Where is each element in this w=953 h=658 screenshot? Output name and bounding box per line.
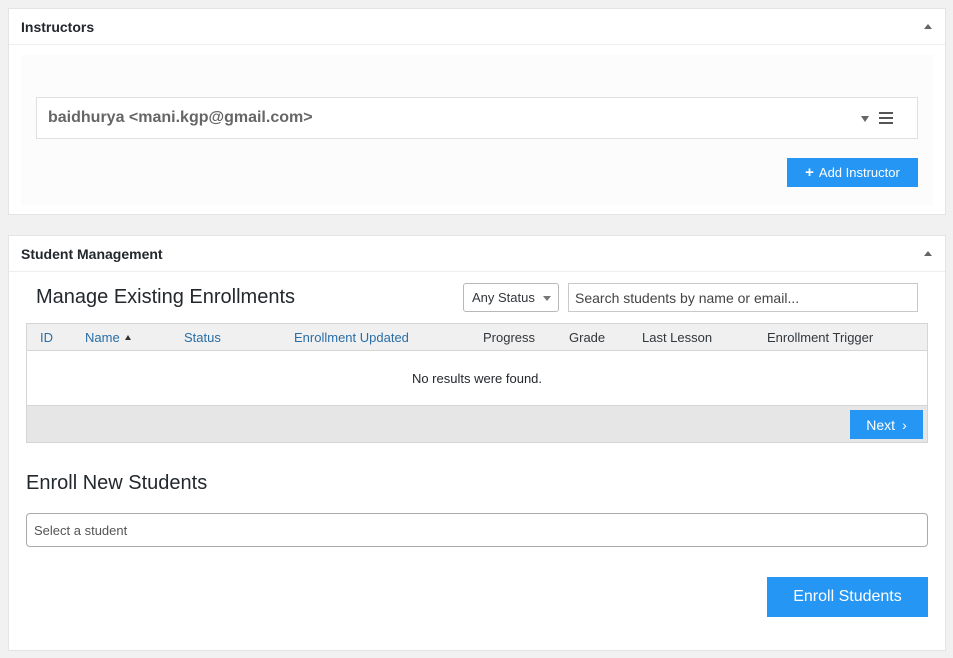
col-grade: Grade <box>569 330 606 345</box>
instructor-select[interactable]: baidhurya <mani.kgp@gmail.com> <box>36 97 918 139</box>
col-progress: Progress <box>483 330 536 345</box>
table-header: ID Name Status Enrollment Updated Progre… <box>27 324 927 351</box>
student-search-input[interactable] <box>568 283 918 312</box>
enroll-students-button[interactable]: Enroll Students <box>767 577 928 617</box>
chevron-right-icon: › <box>902 416 907 433</box>
manage-enrollments-heading: Manage Existing Enrollments <box>36 286 296 308</box>
col-enrollment-updated[interactable]: Enrollment Updated <box>294 330 409 345</box>
status-filter-value: Any Status <box>472 290 535 305</box>
status-filter-select[interactable]: Any Status <box>463 283 559 312</box>
add-instructor-label: Add Instructor <box>818 165 900 180</box>
next-page-button[interactable]: Next › <box>850 410 923 439</box>
student-management-title: Student Management <box>21 245 163 262</box>
student-management-panel: Student Management Manage Existing Enrol… <box>8 235 946 651</box>
col-enrollment-trigger: Enrollment Trigger <box>767 330 874 345</box>
table-empty-row: No results were found. <box>27 351 927 405</box>
col-name-label: Name <box>85 330 120 345</box>
col-status[interactable]: Status <box>184 330 221 345</box>
table-footer: Next › <box>27 405 927 442</box>
instructors-panel-header[interactable]: Instructors <box>9 9 945 45</box>
add-instructor-button[interactable]: + Add Instructor <box>787 158 918 187</box>
col-id[interactable]: ID <box>40 330 53 345</box>
chevron-down-icon[interactable] <box>861 116 869 122</box>
col-name[interactable]: Name <box>85 330 131 345</box>
instructors-panel-title: Instructors <box>21 18 95 35</box>
chevron-down-icon <box>543 296 551 301</box>
drag-handle-icon[interactable] <box>879 112 893 124</box>
instructors-panel: Instructors baidhurya <mani.kgp@gmail.co… <box>8 8 946 215</box>
collapse-toggle-icon[interactable] <box>923 22 933 32</box>
plus-icon: + <box>805 164 814 181</box>
collapse-toggle-icon[interactable] <box>923 249 933 259</box>
student-select[interactable]: Select a student <box>26 513 928 547</box>
empty-message: No results were found. <box>411 370 543 386</box>
enroll-students-heading: Enroll New Students <box>26 472 208 494</box>
enrollments-table: ID Name Status Enrollment Updated Progre… <box>26 323 928 443</box>
sort-ascending-icon <box>124 335 131 340</box>
student-management-header[interactable]: Student Management <box>9 236 945 272</box>
student-select-placeholder: Select a student <box>34 522 128 538</box>
col-last-lesson: Last Lesson <box>642 330 713 345</box>
instructor-name: baidhurya <mani.kgp@gmail.com> <box>48 109 313 126</box>
next-label: Next <box>866 416 896 433</box>
